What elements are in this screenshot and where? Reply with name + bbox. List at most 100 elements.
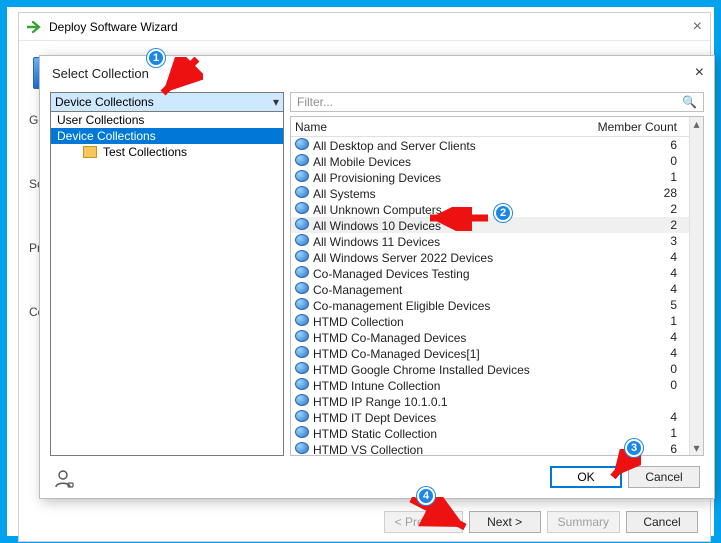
item-count: 28: [595, 186, 685, 200]
list-item[interactable]: HTMD Collection1: [291, 313, 703, 329]
list-body[interactable]: All Desktop and Server Clients6All Mobil…: [291, 137, 703, 455]
list-item[interactable]: All Desktop and Server Clients6: [291, 137, 703, 153]
collection-icon: [295, 298, 309, 310]
item-count: 4: [595, 330, 685, 344]
item-count: 2: [595, 202, 685, 216]
collection-icon: [295, 138, 309, 150]
dropdown-value: Device Collections: [55, 95, 154, 109]
wizard-button-bar: < Previous Next > Summary Cancel: [19, 511, 710, 533]
filter-input[interactable]: Filter... 🔍: [290, 92, 704, 112]
annotation-arrow-4: [405, 497, 475, 535]
item-count: 4: [595, 282, 685, 296]
item-name: HTMD Static Collection: [295, 426, 595, 441]
collection-icon: [295, 234, 309, 246]
item-name: HTMD Co-Managed Devices: [295, 330, 595, 345]
summary-button: Summary: [547, 511, 620, 533]
tree-label: Test Collections: [103, 145, 187, 159]
collections-list: Name Member Count All Desktop and Server…: [290, 116, 704, 456]
annotation-badge-1: 1: [147, 49, 165, 67]
wizard-app-icon: [27, 21, 43, 33]
item-count: 4: [595, 266, 685, 280]
item-count: 4: [595, 250, 685, 264]
item-count: 0: [595, 154, 685, 168]
list-item[interactable]: All Provisioning Devices1: [291, 169, 703, 185]
list-item[interactable]: Co-Management4: [291, 281, 703, 297]
item-count: 4: [595, 346, 685, 360]
column-name[interactable]: Name: [295, 120, 595, 134]
annotation-arrow-2: [422, 207, 492, 231]
tree-item-device-collections[interactable]: Device Collections: [51, 128, 283, 144]
collection-tree[interactable]: User Collections Device Collections Test…: [50, 112, 284, 456]
collection-icon: [295, 394, 309, 406]
item-name: HTMD Co-Managed Devices[1]: [295, 346, 595, 361]
collection-icon: [295, 442, 309, 454]
tree-item-test-collections[interactable]: Test Collections: [51, 144, 283, 160]
dialog-close-icon[interactable]: ×: [695, 64, 704, 82]
list-header: Name Member Count: [291, 117, 703, 137]
scroll-up-icon[interactable]: ▴: [690, 117, 703, 131]
collection-icon: [295, 266, 309, 278]
scroll-down-icon[interactable]: ▾: [690, 441, 703, 455]
collection-icon: [295, 426, 309, 438]
item-name: HTMD IT Dept Devices: [295, 410, 595, 425]
item-name: HTMD VS Collection: [295, 442, 595, 456]
list-item[interactable]: All Mobile Devices0: [291, 153, 703, 169]
collection-icon: [295, 170, 309, 182]
collection-icon: [295, 410, 309, 422]
folder-icon: [83, 146, 97, 158]
collection-icon: [295, 346, 309, 358]
list-item[interactable]: HTMD Static Collection1: [291, 425, 703, 441]
item-name: HTMD Intune Collection: [295, 378, 595, 393]
item-count: 3: [595, 234, 685, 248]
item-count: 1: [595, 426, 685, 440]
collection-icon: [295, 314, 309, 326]
collection-icon: [295, 330, 309, 342]
list-item[interactable]: Co-Managed Devices Testing4: [291, 265, 703, 281]
wizard-cancel-button[interactable]: Cancel: [626, 511, 698, 533]
annotation-arrow-1: [157, 57, 203, 101]
list-item[interactable]: HTMD Google Chrome Installed Devices0: [291, 361, 703, 377]
annotation-badge-4: 4: [417, 487, 435, 505]
tree-label: Device Collections: [57, 129, 156, 143]
item-count: 4: [595, 410, 685, 424]
item-name: Co-management Eligible Devices: [295, 298, 595, 313]
collection-icon: [295, 362, 309, 374]
collection-icon: [295, 282, 309, 294]
filter-placeholder: Filter...: [297, 95, 333, 109]
annotation-badge-3: 3: [625, 439, 643, 457]
list-item[interactable]: HTMD Intune Collection0: [291, 377, 703, 393]
list-item[interactable]: HTMD IT Dept Devices4: [291, 409, 703, 425]
item-name: All Windows Server 2022 Devices: [295, 250, 595, 265]
collection-icon: [295, 218, 309, 230]
tree-item-user-collections[interactable]: User Collections: [51, 112, 283, 128]
item-count: 1: [595, 170, 685, 184]
search-icon[interactable]: 🔍: [682, 95, 697, 109]
column-member-count[interactable]: Member Count: [595, 120, 685, 134]
chevron-down-icon: ▾: [273, 95, 279, 109]
item-name: HTMD IP Range 10.1.0.1: [295, 394, 595, 409]
item-name: HTMD Google Chrome Installed Devices: [295, 362, 595, 377]
item-name: HTMD Collection: [295, 314, 595, 329]
list-item[interactable]: All Windows 11 Devices3: [291, 233, 703, 249]
list-item[interactable]: HTMD Co-Managed Devices[1]4: [291, 345, 703, 361]
list-item[interactable]: All Windows Server 2022 Devices4: [291, 249, 703, 265]
wizard-title: Deploy Software Wizard: [49, 20, 178, 34]
item-name: All Mobile Devices: [295, 154, 595, 169]
wizard-titlebar: Deploy Software Wizard ×: [19, 13, 710, 41]
collection-icon: [295, 202, 309, 214]
wizard-close-icon[interactable]: ×: [693, 19, 702, 35]
list-item[interactable]: Co-management Eligible Devices5: [291, 297, 703, 313]
item-count: 2: [595, 218, 685, 232]
tree-label: User Collections: [57, 113, 144, 127]
list-item[interactable]: All Systems28: [291, 185, 703, 201]
user-silhouette-icon: [54, 470, 74, 488]
item-count: 5: [595, 298, 685, 312]
item-name: Co-Management: [295, 282, 595, 297]
collection-icon: [295, 186, 309, 198]
item-name: All Windows 11 Devices: [295, 234, 595, 249]
list-item[interactable]: HTMD IP Range 10.1.0.1: [291, 393, 703, 409]
collection-icon: [295, 154, 309, 166]
scrollbar[interactable]: ▴ ▾: [689, 117, 703, 455]
list-item[interactable]: HTMD Co-Managed Devices4: [291, 329, 703, 345]
next-button[interactable]: Next >: [469, 511, 541, 533]
